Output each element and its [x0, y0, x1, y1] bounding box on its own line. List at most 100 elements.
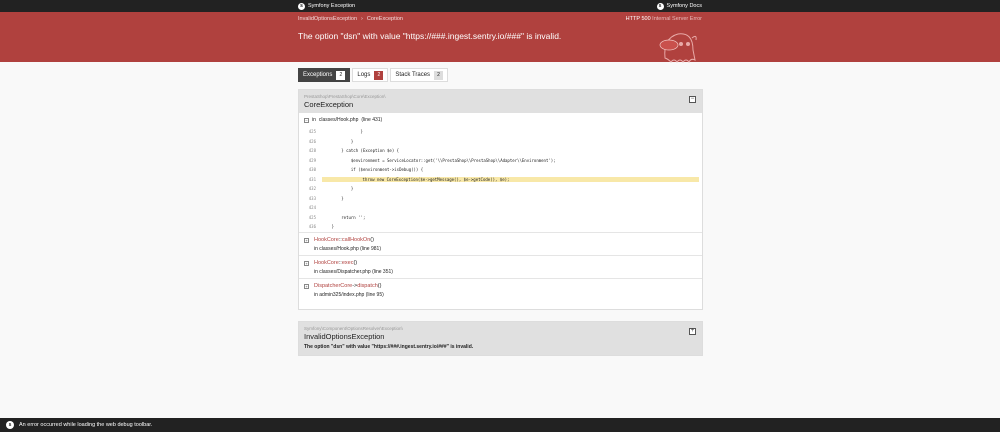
line-num: 429 — [308, 157, 316, 163]
http-status: HTTP 500 Internal Server Error — [626, 16, 702, 22]
trace-method: exec — [341, 260, 354, 266]
code-line-highlighted: 431 throw new CoreException($e->getMessa… — [304, 175, 699, 185]
code-line: 428 } catch (Exception $e) { — [304, 146, 699, 156]
trace-parens: () — [377, 283, 382, 289]
code-line: 425 return ''; — [304, 213, 699, 223]
trace-parens: () — [370, 237, 374, 243]
line-num: 436 — [308, 224, 316, 230]
exception-namespace: Symfony\Component\OptionsResolver\Except… — [304, 326, 403, 331]
status-text: Internal Server Error — [652, 16, 702, 22]
code-line: 430 if ($environment->isDebug()) { — [304, 165, 699, 175]
line-source: if ($environment->isDebug()) { — [322, 167, 424, 173]
collapse-icon[interactable]: − — [304, 117, 309, 123]
line-num: 428 — [308, 148, 316, 154]
symfony-logo-icon: s — [656, 2, 664, 10]
collapse-icon[interactable]: − — [689, 96, 696, 103]
docs-link[interactable]: s Symfony Docs — [656, 2, 702, 10]
exception-class: InvalidOptionsException — [304, 332, 385, 341]
count-badge: 2 — [374, 70, 384, 80]
breadcrumb: InvalidOptionsException › CoreException — [298, 16, 403, 22]
trace-item[interactable]: + HookCore::exec() in classes/Dispatcher… — [299, 256, 702, 279]
debug-toolbar: s An error occurred while loading the we… — [0, 418, 1000, 432]
code-line: 424 — [304, 203, 699, 213]
count-badge: 2 — [336, 70, 346, 80]
exception-panel: PrestaShop\PrestaShop\Core\Exception\ Co… — [298, 89, 703, 310]
trace-method: callHookOn — [341, 237, 371, 243]
chevron-right-icon: › — [361, 16, 363, 22]
line-num: 432 — [308, 186, 316, 192]
tab-bar: Exceptions 2 Logs 2 Stack Traces 2 — [298, 68, 449, 82]
trace-class: DispatcherCore — [314, 283, 353, 289]
trace-function: DispatcherCore->dispatch() — [314, 283, 381, 289]
tab-label: Logs — [357, 72, 371, 78]
trace-item[interactable]: + DispatcherCore->dispatch() in admin325… — [299, 279, 702, 302]
docs-label: Symfony Docs — [666, 3, 702, 9]
line-num: 426 — [308, 138, 316, 144]
code-line: 425 } — [304, 127, 699, 137]
code-line: 433 } — [304, 194, 699, 204]
trace-class: HookCore — [314, 237, 339, 243]
trace-method: dispatch — [357, 283, 378, 289]
brand[interactable]: s Symfony Exception — [298, 2, 356, 10]
exception-message: The option "dsn" with value "https://###… — [304, 344, 474, 350]
line-source: $environment = ServiceLocator::get('\\Pr… — [322, 157, 556, 163]
code-line: 429 $environment = ServiceLocator::get('… — [304, 156, 699, 166]
code-snippet: 425 } 426 } 428 } catch (Exception $e) {… — [304, 127, 699, 232]
trace-location: in classes/Hook.php (line 981) — [314, 246, 381, 252]
count-badge: 2 — [434, 70, 444, 80]
exception-namespace: PrestaShop\PrestaShop\Core\Exception\ — [304, 94, 386, 99]
trace-function: HookCore::callHookOn() — [314, 237, 374, 243]
trace-class: HookCore — [314, 260, 339, 266]
line-source: } — [322, 186, 354, 192]
code-line: 436 } — [304, 222, 699, 232]
line-num: 433 — [308, 195, 316, 201]
line-source: } — [322, 224, 335, 230]
ghost-illustration-icon — [659, 33, 697, 63]
exception-header: InvalidOptionsException › CoreException … — [0, 12, 1000, 63]
trace-item[interactable]: + HookCore::callHookOn() in classes/Hook… — [299, 233, 702, 256]
breadcrumb-item[interactable]: CoreException — [367, 16, 403, 22]
top-bar: s Symfony Exception s Symfony Docs — [0, 0, 1000, 12]
tab-label: Exceptions — [303, 72, 333, 78]
exception-class: CoreException — [304, 100, 354, 109]
status-code: HTTP 500 — [625, 16, 651, 22]
line-source: } — [322, 129, 363, 135]
line-source: return ''; — [322, 214, 366, 220]
symfony-logo-icon: s — [298, 2, 305, 10]
exception-panel-header[interactable]: PrestaShop\PrestaShop\Core\Exception\ Co… — [299, 90, 702, 113]
line-number: (line 431) — [361, 117, 383, 123]
code-line: 432 } — [304, 184, 699, 194]
brand-label: Symfony Exception — [308, 3, 356, 9]
trace-location: in classes/Dispatcher.php (line 351) — [314, 269, 393, 275]
expand-icon[interactable]: + — [304, 284, 309, 289]
expand-icon[interactable]: + — [304, 238, 309, 243]
expand-icon[interactable]: + — [689, 328, 696, 335]
trace-function: HookCore::exec() — [314, 260, 357, 266]
expand-icon[interactable]: + — [304, 261, 309, 266]
tab-exceptions[interactable]: Exceptions 2 — [298, 68, 351, 82]
file-path: classes/Hook.php — [318, 117, 359, 123]
symfony-logo-icon[interactable]: s — [6, 421, 14, 429]
line-source: } — [322, 195, 344, 201]
code-line: 426 } — [304, 137, 699, 147]
exception-panel-collapsed[interactable]: Symfony\Component\OptionsResolver\Except… — [298, 321, 703, 356]
line-num: 430 — [308, 167, 316, 173]
trace-parens: () — [353, 260, 358, 266]
location-prefix: in — [312, 117, 316, 123]
line-num: 431 — [308, 176, 316, 182]
tab-label: Stack Traces — [395, 72, 431, 78]
line-source: throw new CoreException($e->getMessage()… — [322, 176, 699, 182]
trace-item-expanded: − in classes/Hook.php (line 431) 425 } 4… — [299, 113, 702, 233]
trace-location[interactable]: − in classes/Hook.php (line 431) — [304, 117, 382, 123]
breadcrumb-item[interactable]: InvalidOptionsException — [298, 16, 357, 22]
exception-message: The option "dsn" with value "https://###… — [298, 31, 562, 41]
line-source: } catch (Exception $e) { — [322, 148, 400, 154]
line-num: 425 — [308, 129, 316, 135]
line-num: 424 — [308, 205, 316, 211]
tab-logs[interactable]: Logs 2 — [352, 68, 389, 82]
line-source: } — [322, 138, 354, 144]
tab-stack-traces[interactable]: Stack Traces 2 — [390, 68, 449, 82]
line-num: 425 — [308, 214, 316, 220]
toolbar-error-text: An error occurred while loading the web … — [19, 422, 153, 428]
trace-location: in admin325/index.php (line 95) — [314, 292, 384, 298]
